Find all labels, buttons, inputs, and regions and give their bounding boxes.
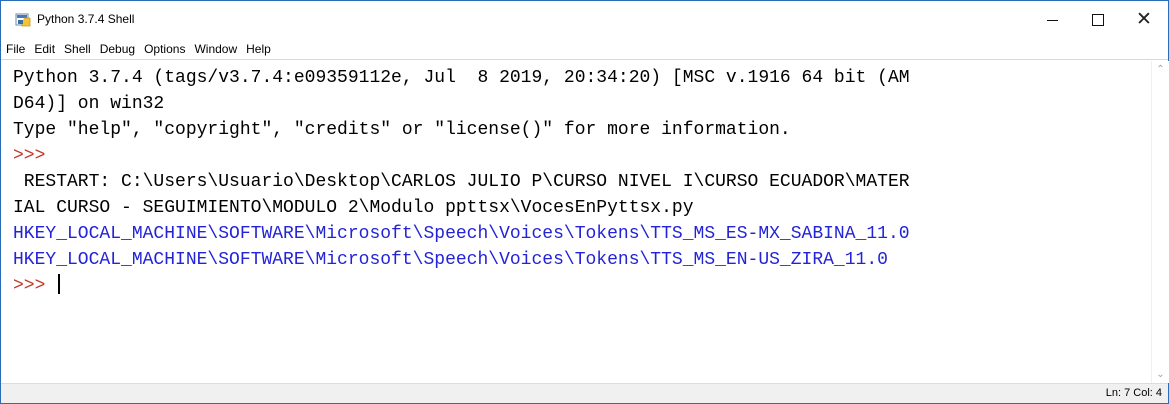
menu-debug[interactable]: Debug — [100, 38, 135, 60]
shell-output-voice-2: HKEY_LOCAL_MACHINE\SOFTWARE\Microsoft\Sp… — [13, 250, 888, 270]
idle-shell-window: Python 3.7.4 Shell ✕ File Edit Shell Deb… — [0, 0, 1169, 404]
title-bar[interactable]: Python 3.7.4 Shell ✕ — [1, 1, 1168, 38]
shell-active-prompt: >>> — [13, 276, 57, 296]
menu-options[interactable]: Options — [144, 38, 185, 60]
minimize-button[interactable] — [1029, 1, 1075, 38]
shell-prompt: >>> — [13, 146, 57, 166]
close-button[interactable]: ✕ — [1121, 1, 1167, 38]
menu-edit[interactable]: Edit — [34, 38, 55, 60]
scroll-down-icon[interactable]: ⌄ — [1152, 366, 1169, 383]
cursor-position: Ln: 7 Col: 4 — [1105, 387, 1162, 399]
python-idle-icon — [15, 13, 31, 27]
shell-text-area[interactable]: Python 3.7.4 (tags/v3.7.4:e09359112e, Ju… — [1, 61, 1151, 383]
menu-file[interactable]: File — [6, 38, 25, 60]
shell-output-voice-1: HKEY_LOCAL_MACHINE\SOFTWARE\Microsoft\Sp… — [13, 224, 910, 244]
window-title: Python 3.7.4 Shell — [37, 12, 135, 26]
maximize-button[interactable] — [1075, 1, 1121, 38]
status-bar: Ln: 7 Col: 4 — [1, 383, 1168, 403]
shell-line-restart-cont: IAL CURSO - SEGUIMIENTO\MODULO 2\Modulo … — [13, 198, 694, 218]
shell-line-platform: D64)] on win32 — [13, 94, 165, 114]
minimize-icon — [1046, 20, 1058, 21]
shell-line-restart: RESTART: C:\Users\Usuario\Desktop\CARLOS… — [13, 172, 910, 192]
maximize-icon — [1092, 13, 1104, 26]
close-icon: ✕ — [1136, 8, 1152, 30]
text-cursor — [58, 274, 61, 294]
menu-window[interactable]: Window — [194, 38, 237, 60]
shell-current-line[interactable]: >>> — [13, 273, 61, 299]
menu-shell[interactable]: Shell — [64, 38, 91, 60]
shell-line-banner: Python 3.7.4 (tags/v3.7.4:e09359112e, Ju… — [13, 68, 910, 88]
menu-help[interactable]: Help — [246, 38, 271, 60]
scroll-up-icon[interactable]: ⌃ — [1152, 61, 1169, 78]
menu-bar: File Edit Shell Debug Options Window Hel… — [1, 38, 1168, 60]
shell-line-help-info: Type "help", "copyright", "credits" or "… — [13, 120, 791, 140]
vertical-scrollbar[interactable]: ⌃ ⌄ — [1151, 61, 1169, 383]
